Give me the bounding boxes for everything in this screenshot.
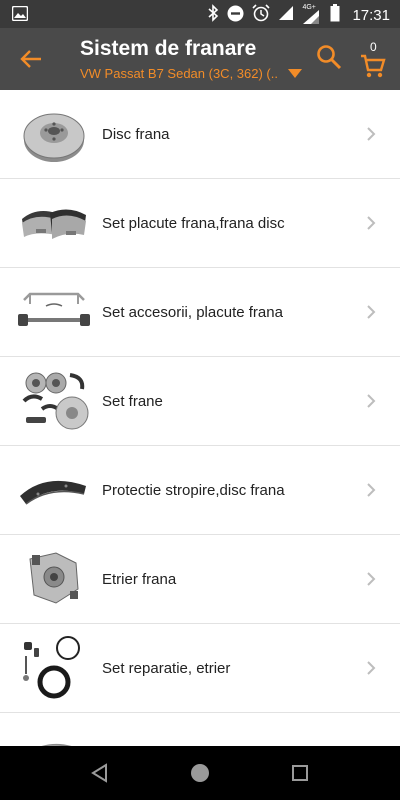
recents-square-icon: [292, 765, 308, 781]
vehicle-subtitle: VW Passat B7 Sedan (3C, 362) (...: [80, 66, 278, 81]
category-list: Disc frana Set placute frana,frana disc …: [0, 90, 400, 746]
chevron-right-icon: [367, 127, 376, 141]
battery-icon: [330, 4, 340, 27]
splash-guard-image: [20, 480, 86, 505]
nav-recents-button[interactable]: [286, 759, 314, 787]
network-type-label: 4G+: [302, 3, 316, 11]
back-arrow-icon: [20, 50, 41, 68]
chevron-right-icon: [367, 661, 376, 675]
back-button[interactable]: [14, 44, 48, 74]
chevron-right-icon: [367, 483, 376, 497]
brake-part-image: [41, 743, 72, 746]
list-item-label: Etrier frana: [102, 570, 177, 588]
cart-count-badge: 0: [370, 40, 377, 54]
list-item-disc-frana[interactable]: Disc frana: [0, 90, 400, 179]
list-item-protectie-stropire[interactable]: Protectie stropire,disc frana: [0, 446, 400, 535]
search-button[interactable]: [316, 44, 346, 74]
list-item-label: Protectie stropire,disc frana: [102, 481, 285, 499]
bluetooth-icon: [207, 4, 219, 27]
image-notification-icon: [11, 5, 29, 26]
nav-home-button[interactable]: [186, 759, 214, 787]
page-title: Sistem de franare: [80, 37, 257, 60]
back-triangle-icon: [91, 763, 107, 783]
list-item-label: Set accesorii, placute frana: [102, 303, 283, 321]
list-item-label: Set placute frana,frana disc: [102, 214, 285, 232]
network-signal-icon: 4G+: [302, 3, 322, 25]
system-nav-bar: [0, 746, 400, 800]
list-item-set-accesorii[interactable]: Set accesorii, placute frana: [0, 268, 400, 357]
brake-caliper-image: [29, 552, 79, 604]
list-item-label: Set reparatie, etrier: [102, 659, 231, 677]
list-item-set-placute-frana[interactable]: Set placute frana,frana disc: [0, 179, 400, 268]
search-icon: [317, 45, 342, 70]
chevron-right-icon: [367, 572, 376, 586]
chevron-right-icon: [367, 216, 376, 230]
cart-icon: [361, 54, 386, 78]
brake-pads-image: [22, 209, 86, 239]
list-item-partial[interactable]: [0, 713, 400, 746]
do-not-disturb-icon: [227, 5, 244, 27]
chevron-right-icon: [367, 394, 376, 408]
brake-accessories-image: [18, 292, 90, 326]
cart-button[interactable]: 0: [358, 40, 392, 80]
brake-disc-image: [23, 113, 85, 162]
nav-back-button[interactable]: [86, 759, 114, 787]
chevron-right-icon: [367, 305, 376, 319]
signal-icon: [278, 5, 294, 26]
list-item-etrier-frana[interactable]: Etrier frana: [0, 535, 400, 624]
brake-set-image: [22, 372, 89, 430]
list-item-label: Set frane: [102, 392, 163, 410]
list-item-set-reparatie-etrier[interactable]: Set reparatie, etrier: [0, 624, 400, 713]
status-bar: 4G+ 17:31: [0, 0, 400, 28]
vehicle-selector[interactable]: VW Passat B7 Sedan (3C, 362) (...: [80, 66, 310, 81]
list-item-label: Disc frana: [102, 125, 170, 143]
clock: 17:31: [352, 7, 390, 24]
dropdown-triangle-icon: [288, 69, 302, 78]
home-circle-icon: [191, 764, 209, 782]
alarm-icon: [252, 4, 271, 27]
list-item-set-frane[interactable]: Set frane: [0, 357, 400, 446]
caliper-repair-kit-image: [23, 636, 80, 699]
app-bar: Sistem de franare VW Passat B7 Sedan (3C…: [0, 28, 400, 90]
